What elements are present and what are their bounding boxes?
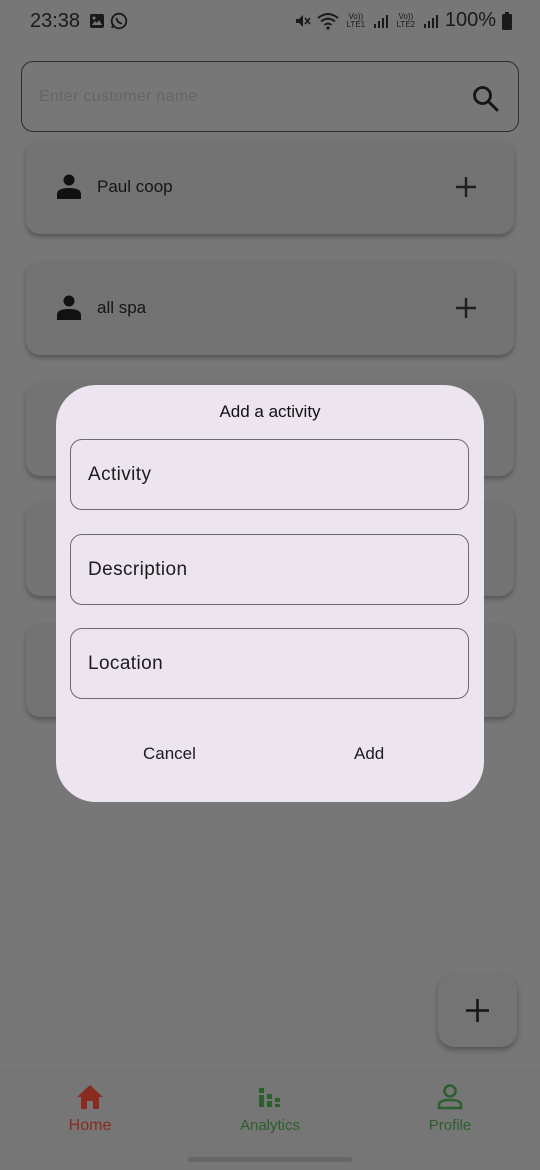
add-button[interactable]: Add [354, 744, 384, 764]
sim1-label: Vo)) LTE1 [346, 11, 366, 29]
nav-home-label: Home [68, 1117, 112, 1134]
add-activity-plus-icon[interactable] [454, 296, 478, 320]
plus-icon [466, 999, 489, 1022]
search-icon[interactable] [471, 84, 499, 112]
person-outline-icon [437, 1084, 463, 1110]
mute-icon [295, 14, 311, 27]
gallery-notification-icon [90, 14, 104, 28]
nav-home[interactable]: Home [30, 1082, 150, 1135]
person-icon [57, 174, 81, 199]
person-icon [57, 295, 81, 320]
add-activity-dialog: Add a activity Activity Description Loca… [56, 385, 484, 802]
home-icon [77, 1085, 103, 1109]
battery-percent: 100% [444, 9, 496, 31]
nav-analytics-label: Analytics [239, 1117, 301, 1134]
customer-card[interactable]: Paul coop [26, 140, 514, 234]
customer-card[interactable]: all spa [26, 261, 514, 355]
search-placeholder: Enter customer name [39, 88, 198, 105]
signal-strength-icon [423, 14, 438, 28]
customer-name: all spa [97, 298, 147, 317]
customer-search-input[interactable]: Enter customer name [21, 61, 519, 132]
description-field-label: Description [88, 559, 188, 580]
analytics-icon [259, 1088, 280, 1107]
activity-field-label: Activity [88, 464, 152, 485]
activity-field[interactable]: Activity [70, 439, 469, 510]
status-bar: 23:38 Vo)) LTE1 Vo)) LTE2 100% [0, 0, 540, 44]
status-system-icons: Vo)) LTE1 Vo)) LTE2 100% [293, 9, 512, 32]
add-customer-fab[interactable] [438, 974, 517, 1047]
whatsapp-notification-icon [110, 12, 128, 30]
customer-name: Paul coop [97, 177, 173, 196]
bottom-navigation: Home Analytics Profile [0, 1066, 540, 1156]
status-notification-icons [89, 12, 128, 30]
battery-icon [502, 11, 512, 30]
location-field-label: Location [88, 653, 164, 674]
nav-profile-label: Profile [428, 1117, 472, 1134]
nav-analytics[interactable]: Analytics [210, 1082, 330, 1134]
status-time: 23:38 [30, 10, 81, 32]
cancel-button[interactable]: Cancel [143, 744, 196, 764]
signal-strength-icon [373, 14, 388, 28]
dialog-title: Add a activity [219, 402, 321, 421]
nav-profile[interactable]: Profile [390, 1082, 510, 1134]
sim2-label: Vo)) LTE2 [396, 11, 416, 29]
location-field[interactable]: Location [70, 628, 469, 699]
add-activity-plus-icon[interactable] [454, 175, 478, 199]
home-indicator[interactable] [188, 1157, 352, 1162]
wifi-icon [317, 12, 339, 30]
description-field[interactable]: Description [70, 534, 469, 605]
